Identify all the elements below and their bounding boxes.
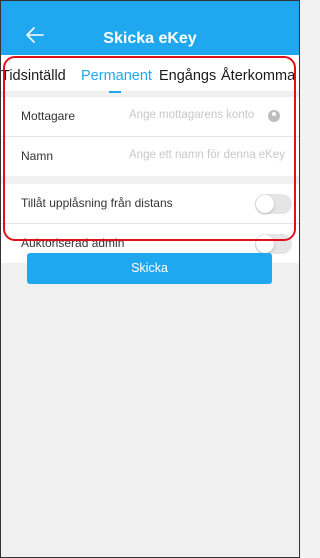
remote-unlock-label: Tillåt upplåsning från distans — [21, 196, 173, 210]
tab-bar: Tidsintälld Permanent Engångs Återkomma — [1, 55, 299, 91]
settings-card: Tillåt upplåsning från distans Auktorise… — [1, 184, 299, 263]
recipient-label: Mottagare — [21, 109, 76, 123]
remote-unlock-toggle[interactable] — [255, 194, 292, 214]
toggle-knob — [256, 195, 274, 213]
tab-timed[interactable]: Tidsintälld — [1, 68, 66, 84]
admin-label: Auktoriserad admin — [21, 236, 125, 250]
page-title: Skicka eKey — [103, 30, 197, 47]
recipient-card: Mottagare Namn — [1, 97, 299, 176]
recipient-input[interactable] — [129, 109, 289, 121]
section-gap — [1, 176, 299, 184]
remote-unlock-row: Tillåt upplåsning från distans — [1, 184, 299, 224]
name-input[interactable] — [129, 149, 289, 161]
send-button[interactable]: Skicka — [27, 253, 272, 284]
app-screen: Skicka eKey Tidsintälld Permanent Engång… — [0, 0, 300, 558]
top-bar: Skicka eKey — [1, 1, 299, 55]
tab-recurring[interactable]: Återkomma — [221, 68, 295, 84]
name-row: Namn — [1, 137, 299, 176]
active-tab-indicator — [109, 91, 121, 93]
name-label: Namn — [21, 149, 54, 163]
contact-icon[interactable] — [268, 110, 280, 122]
admin-toggle[interactable] — [255, 234, 292, 254]
tab-permanent[interactable]: Permanent — [81, 68, 152, 84]
tab-one-time[interactable]: Engångs — [159, 68, 216, 84]
recipient-row: Mottagare — [1, 97, 299, 137]
toggle-knob — [256, 235, 274, 253]
